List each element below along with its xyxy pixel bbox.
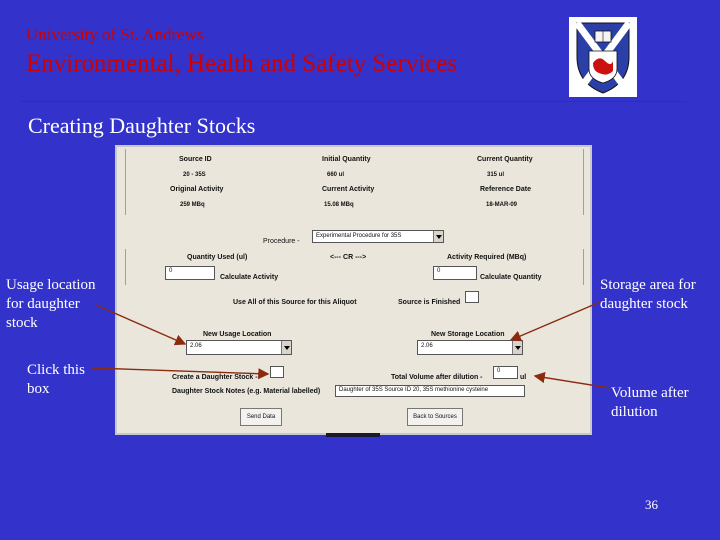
activity-required-label: Activity Required (MBq) [447,254,527,261]
create-daughter-label: Create a Daughter Stock - [172,374,258,381]
notes-input[interactable]: Daughter of 35S Source ID 20, 35S methio… [335,385,525,397]
divider [583,149,584,215]
university-name: University of St. Andrews [26,25,204,44]
university-crest-logo [569,17,637,97]
procedure-value: Experimental Procedure for 35S [316,233,402,239]
cr-label: <--- CR ---> [330,254,367,261]
daughter-stock-form-screenshot: Source ID Initial Quantity Current Quant… [115,145,592,435]
new-storage-location-label: New Storage Location [431,331,505,338]
procedure-dropdown[interactable]: Experimental Procedure for 35S [312,230,444,243]
header-divider [20,101,686,102]
reference-date-value: 18-MAR-09 [486,202,518,208]
chevron-down-icon[interactable] [512,341,522,354]
divider [125,249,126,285]
current-quantity-header: Current Quantity [477,156,533,163]
total-volume-input[interactable]: 0 [493,366,518,379]
chevron-down-icon[interactable] [281,341,291,354]
original-activity-header: Original Activity [170,186,224,193]
new-usage-location-dropdown[interactable]: 2.06 [186,340,292,355]
total-volume-label: Total Volume after dilution - [391,374,483,381]
chevron-down-icon[interactable] [433,231,443,242]
activity-required-input[interactable]: 0 [433,266,477,280]
source-finished-checkbox[interactable] [465,291,479,303]
volume-after-note: Volume after dilution [611,385,689,420]
divider [583,249,584,285]
back-to-sources-button[interactable]: Back to Sources [407,408,463,426]
new-usage-location-label: New Usage Location [203,331,272,338]
total-volume-unit: ul [520,374,527,381]
storage-area-note: Storage area for daughter stock [600,277,696,312]
source-id-value: 20 - 35S [183,172,206,178]
calculate-quantity-button[interactable]: Calculate Quantity [480,274,541,281]
department-title: Environmental, Health and Safety Service… [26,50,458,77]
page-number: 36 [645,497,658,512]
original-activity-value: 259 MBq [180,202,205,208]
current-activity-header: Current Activity [322,186,375,193]
source-id-header: Source ID [179,156,212,163]
current-quantity-value: 315 ul [487,172,505,178]
create-daughter-checkbox[interactable] [270,366,284,378]
notes-label: Daughter Stock Notes (e.g. Material labe… [172,388,321,395]
slide-title: Creating Daughter Stocks [28,113,256,138]
current-activity-value: 15.08 MBq [324,202,354,208]
quantity-used-label: Quantity Used (ul) [187,254,248,261]
procedure-label: Procedure - [263,238,300,245]
calculate-activity-button[interactable]: Calculate Activity [220,274,278,281]
initial-quantity-header: Initial Quantity [322,156,371,163]
reference-date-header: Reference Date [480,186,531,193]
new-usage-location-value: 2.06 [190,343,202,349]
send-data-button[interactable]: Send Data [240,408,282,426]
new-storage-location-value: 2.06 [421,343,433,349]
new-storage-location-dropdown[interactable]: 2.06 [417,340,523,355]
divider [125,149,126,215]
quantity-used-input[interactable]: 0 [165,266,215,280]
click-box-note: Click this box [27,362,85,397]
source-finished-label: Source is Finished [398,299,461,306]
usage-location-note: Usage location for daughter stock [6,277,96,331]
window-tab [326,433,380,437]
use-all-label: Use All of this Source for this Aliquot [233,299,357,306]
initial-quantity-value: 660 ul [327,172,345,178]
